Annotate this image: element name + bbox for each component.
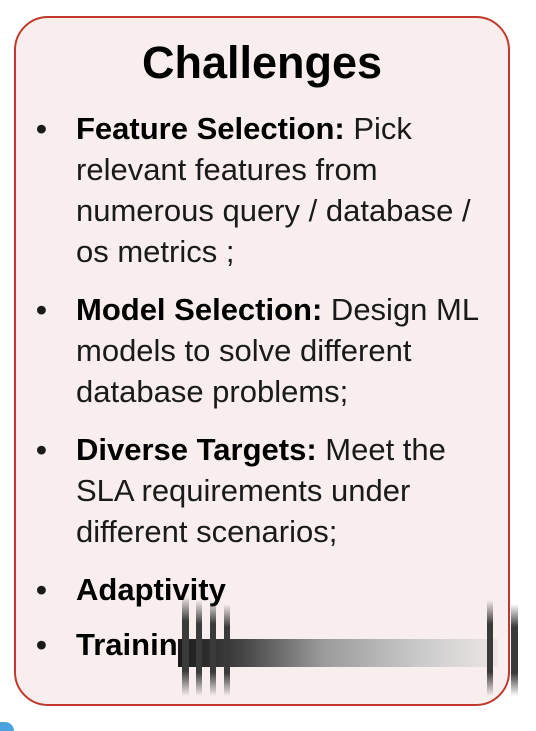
item-term: Trainin [76,627,178,662]
corner-accent [0,722,14,731]
bullet-icon: • [36,432,47,467]
challenge-list: • Feature Selection: Pick relevant featu… [16,108,508,679]
glitch-bar [210,600,216,696]
glitch-bar [182,596,189,696]
list-item-model-selection: • Model Selection: Design ML models to s… [16,289,508,412]
bullet-icon: • [36,111,47,146]
item-term: Diverse Targets: [76,432,317,467]
slide-page: Challenges • Feature Selection: Pick rel… [0,0,536,731]
list-item-diverse-targets: • Diverse Targets: Meet the SLA requirem… [16,429,508,552]
item-term: Feature Selection: [76,111,345,146]
glitch-bar [224,604,230,696]
glitch-bar [487,600,493,696]
list-item-adaptivity: • Adaptivity [16,569,508,610]
glitch-bar [511,604,518,696]
challenges-card: Challenges • Feature Selection: Pick rel… [14,16,510,706]
bullet-icon: • [36,627,47,662]
item-term: Model Selection: [76,292,323,327]
bullet-icon: • [36,292,47,327]
list-item-feature-selection: • Feature Selection: Pick relevant featu… [16,108,508,272]
bullet-icon: • [36,572,47,607]
glitch-bar [196,600,202,696]
item-term: Adaptivity [76,572,226,607]
card-title: Challenges [141,37,383,88]
